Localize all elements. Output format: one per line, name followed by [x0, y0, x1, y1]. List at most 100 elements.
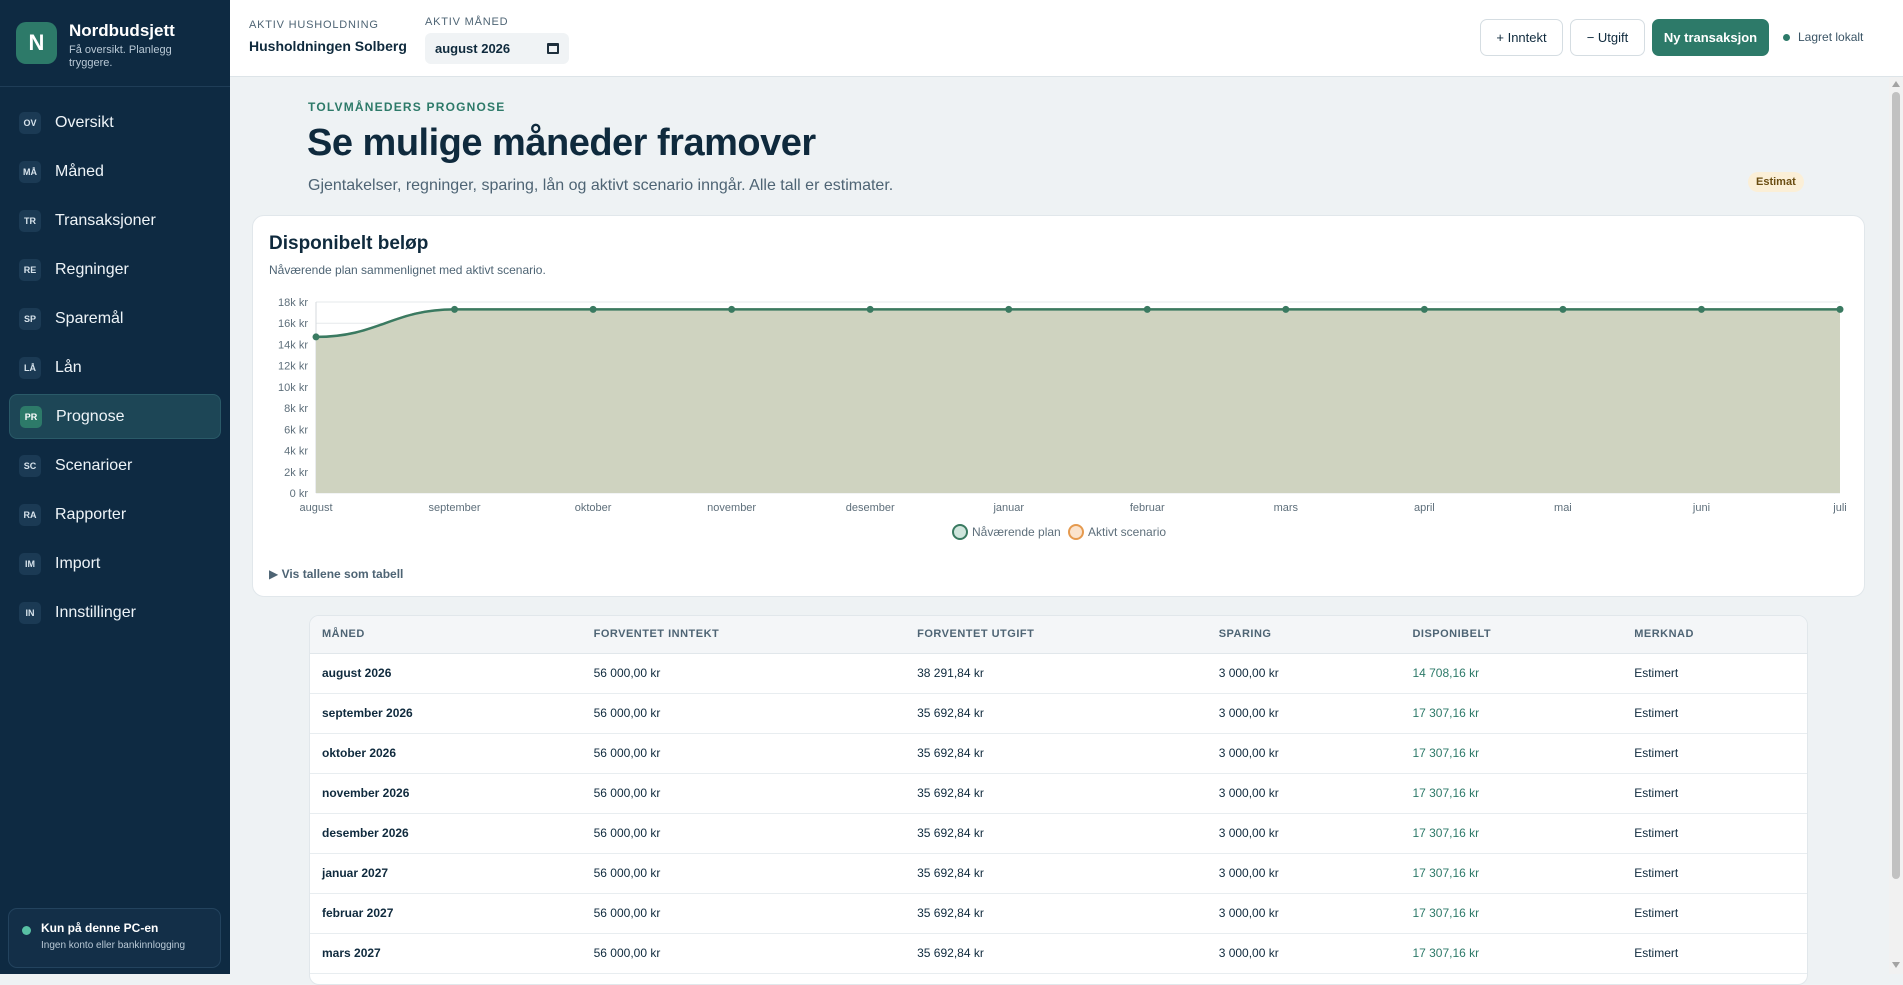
calendar-icon[interactable]: [547, 43, 559, 54]
table-cell: desember 2026: [310, 813, 582, 854]
plan-point: [1697, 305, 1705, 313]
local-storage-notice: Kun på denne PC-en Ingen konto eller ban…: [8, 908, 221, 968]
x-tick-label: mai: [1554, 502, 1572, 514]
plan-point: [1836, 305, 1844, 313]
sidebar-item-import[interactable]: IM Import: [9, 541, 221, 586]
table-cell: 56 000,00 kr: [581, 893, 906, 934]
y-tick-label: 4k kr: [284, 446, 308, 458]
sidebar-item-abbr-icon: MÅ: [19, 160, 41, 183]
x-tick-label: juli: [1832, 502, 1846, 514]
x-tick-label: oktober: [575, 502, 612, 514]
x-tick-label: desember: [846, 502, 895, 514]
y-tick-label: 10k kr: [278, 382, 308, 394]
table-cell: 14 708,16 kr: [1400, 653, 1623, 694]
month-value: august 2026: [435, 41, 511, 56]
table-cell: 3 000,00 kr: [1206, 853, 1401, 894]
table-cell: 17 307,16 kr: [1400, 693, 1623, 734]
month-input[interactable]: august 2026: [425, 33, 569, 64]
table-cell: 17 307,16 kr: [1400, 733, 1623, 774]
app-logo: N: [16, 22, 57, 64]
table-cell: 35 692,84 kr: [905, 893, 1207, 934]
sidebar-item-sparem-l[interactable]: SP Sparemål: [9, 296, 221, 341]
plan-point: [1005, 305, 1013, 313]
x-tick-label: april: [1414, 502, 1435, 514]
table-cell: 56 000,00 kr: [581, 693, 906, 734]
table-cell: Estimert: [1622, 653, 1807, 694]
app-name: Nordbudsjett: [69, 21, 175, 40]
column-header: FORVENTET UTGIFT: [905, 616, 1207, 654]
sidebar-item-abbr-icon: SC: [19, 454, 41, 477]
x-tick-label: september: [429, 502, 481, 514]
table-cell: 17 307,16 kr: [1400, 893, 1623, 934]
table-cell: Estimert: [1622, 813, 1807, 854]
page-eyebrow: TOLVMÅNEDERS PROGNOSE: [308, 100, 506, 114]
column-header: MERKNAD: [1622, 616, 1807, 654]
plan-point: [1282, 305, 1290, 313]
sidebar-item-abbr-icon: IM: [19, 552, 41, 575]
table-cell: Estimert: [1622, 693, 1807, 734]
household-value: Husholdningen Solberg: [249, 38, 407, 54]
table-body: august 2026 56 000,00 kr 38 291,84 kr 3 000…: [310, 653, 1807, 974]
table-row: september 2026 56 000,00 kr 35 692,84 kr 3 …: [310, 693, 1807, 734]
table-cell: 3 000,00 kr: [1206, 733, 1401, 774]
y-tick-label: 8k kr: [284, 403, 308, 415]
sidebar-item-transaksjoner[interactable]: TR Transaksjoner: [9, 198, 221, 243]
sidebar-item-l-n[interactable]: LÅ Lån: [9, 345, 221, 390]
y-tick-label: 18k kr: [278, 297, 308, 309]
plan-area: [316, 309, 1840, 493]
table-cell: 3 000,00 kr: [1206, 693, 1401, 734]
table-cell: Estimert: [1622, 733, 1807, 774]
saved-dot-icon: [1783, 33, 1790, 41]
topbar: AKTIV HUSHOLDNING Husholdningen Solberg …: [230, 0, 1903, 77]
table-cell: mars 2027: [310, 933, 582, 974]
sidebar-item-prognose[interactable]: PR Prognose: [9, 394, 221, 439]
sidebar-item-regninger[interactable]: RE Regninger: [9, 247, 221, 292]
table-cell: oktober 2026: [310, 733, 582, 774]
table-row: august 2026 56 000,00 kr 38 291,84 kr 3 000…: [310, 653, 1807, 694]
sidebar-item-label: Innstillinger: [55, 603, 136, 621]
plan-point: [728, 305, 736, 313]
table-cell: 35 692,84 kr: [905, 813, 1207, 854]
sidebar-item-rapporter[interactable]: RA Rapporter: [9, 492, 221, 537]
legend-plan-marker: [952, 524, 968, 540]
table-cell: 3 000,00 kr: [1206, 813, 1401, 854]
plan-point: [866, 305, 874, 313]
show-table-toggle[interactable]: ▶ Vis tallene som tabell: [269, 567, 403, 581]
saved-status: Lagret lokalt: [1783, 30, 1863, 44]
scroll-down-icon[interactable]: [1892, 962, 1900, 968]
table-cell: 3 000,00 kr: [1206, 653, 1401, 694]
add-income-button[interactable]: + Inntekt: [1480, 19, 1563, 56]
table-cell: Estimert: [1622, 893, 1807, 934]
status-dot-icon: [22, 926, 31, 935]
sidebar-item-innstillinger[interactable]: IN Innstillinger: [9, 590, 221, 635]
sidebar-item-label: Transaksjoner: [55, 211, 156, 229]
table-cell: 35 692,84 kr: [905, 933, 1207, 974]
sidebar-item-label: Sparemål: [55, 309, 124, 327]
add-expense-button[interactable]: − Utgift: [1570, 19, 1645, 56]
chart-card: Disponibelt beløp Nåværende plan sammenl…: [252, 215, 1865, 597]
household-label: AKTIV HUSHOLDNING: [249, 19, 379, 31]
sidebar-item-label: Rapporter: [55, 505, 127, 523]
scroll-up-icon[interactable]: [1892, 81, 1900, 87]
sidebar-item-oversikt[interactable]: OV Oversikt: [9, 100, 221, 145]
plan-point: [1420, 305, 1428, 313]
column-header: MÅNED: [310, 616, 582, 654]
sidebar-nav: OV Oversikt MÅ Måned TR Transaksjoner RE Regnin…: [0, 87, 230, 635]
forecast-table: MÅNED FORVENTET INNTEKT FORVENTET UTGIFT SP…: [309, 615, 1808, 985]
household-selector[interactable]: AKTIV HUSHOLDNING Husholdningen Solberg: [249, 19, 407, 54]
scrollbar-thumb[interactable]: [1892, 92, 1900, 879]
table-row: februar 2027 56 000,00 kr 35 692,84 kr 3 00…: [310, 893, 1807, 934]
new-transaction-button[interactable]: Ny transaksjon: [1652, 19, 1769, 56]
page-scrollbar[interactable]: [1889, 77, 1903, 974]
sidebar-item-m-ned[interactable]: MÅ Måned: [9, 149, 221, 194]
brand: N Nordbudsjett Få oversikt. Planlegg try…: [0, 0, 230, 87]
estimate-badge: Estimat: [1748, 172, 1804, 192]
sidebar-item-scenarioer[interactable]: SC Scenarioer: [9, 443, 221, 488]
table-cell: 35 692,84 kr: [905, 773, 1207, 814]
table-cell: Estimert: [1622, 773, 1807, 814]
legend-scenario-marker: [1068, 524, 1084, 540]
table-cell: november 2026: [310, 773, 582, 814]
sidebar-item-abbr-icon: RE: [19, 258, 41, 281]
plan-point: [451, 305, 459, 313]
y-tick-label: 16k kr: [278, 318, 308, 330]
